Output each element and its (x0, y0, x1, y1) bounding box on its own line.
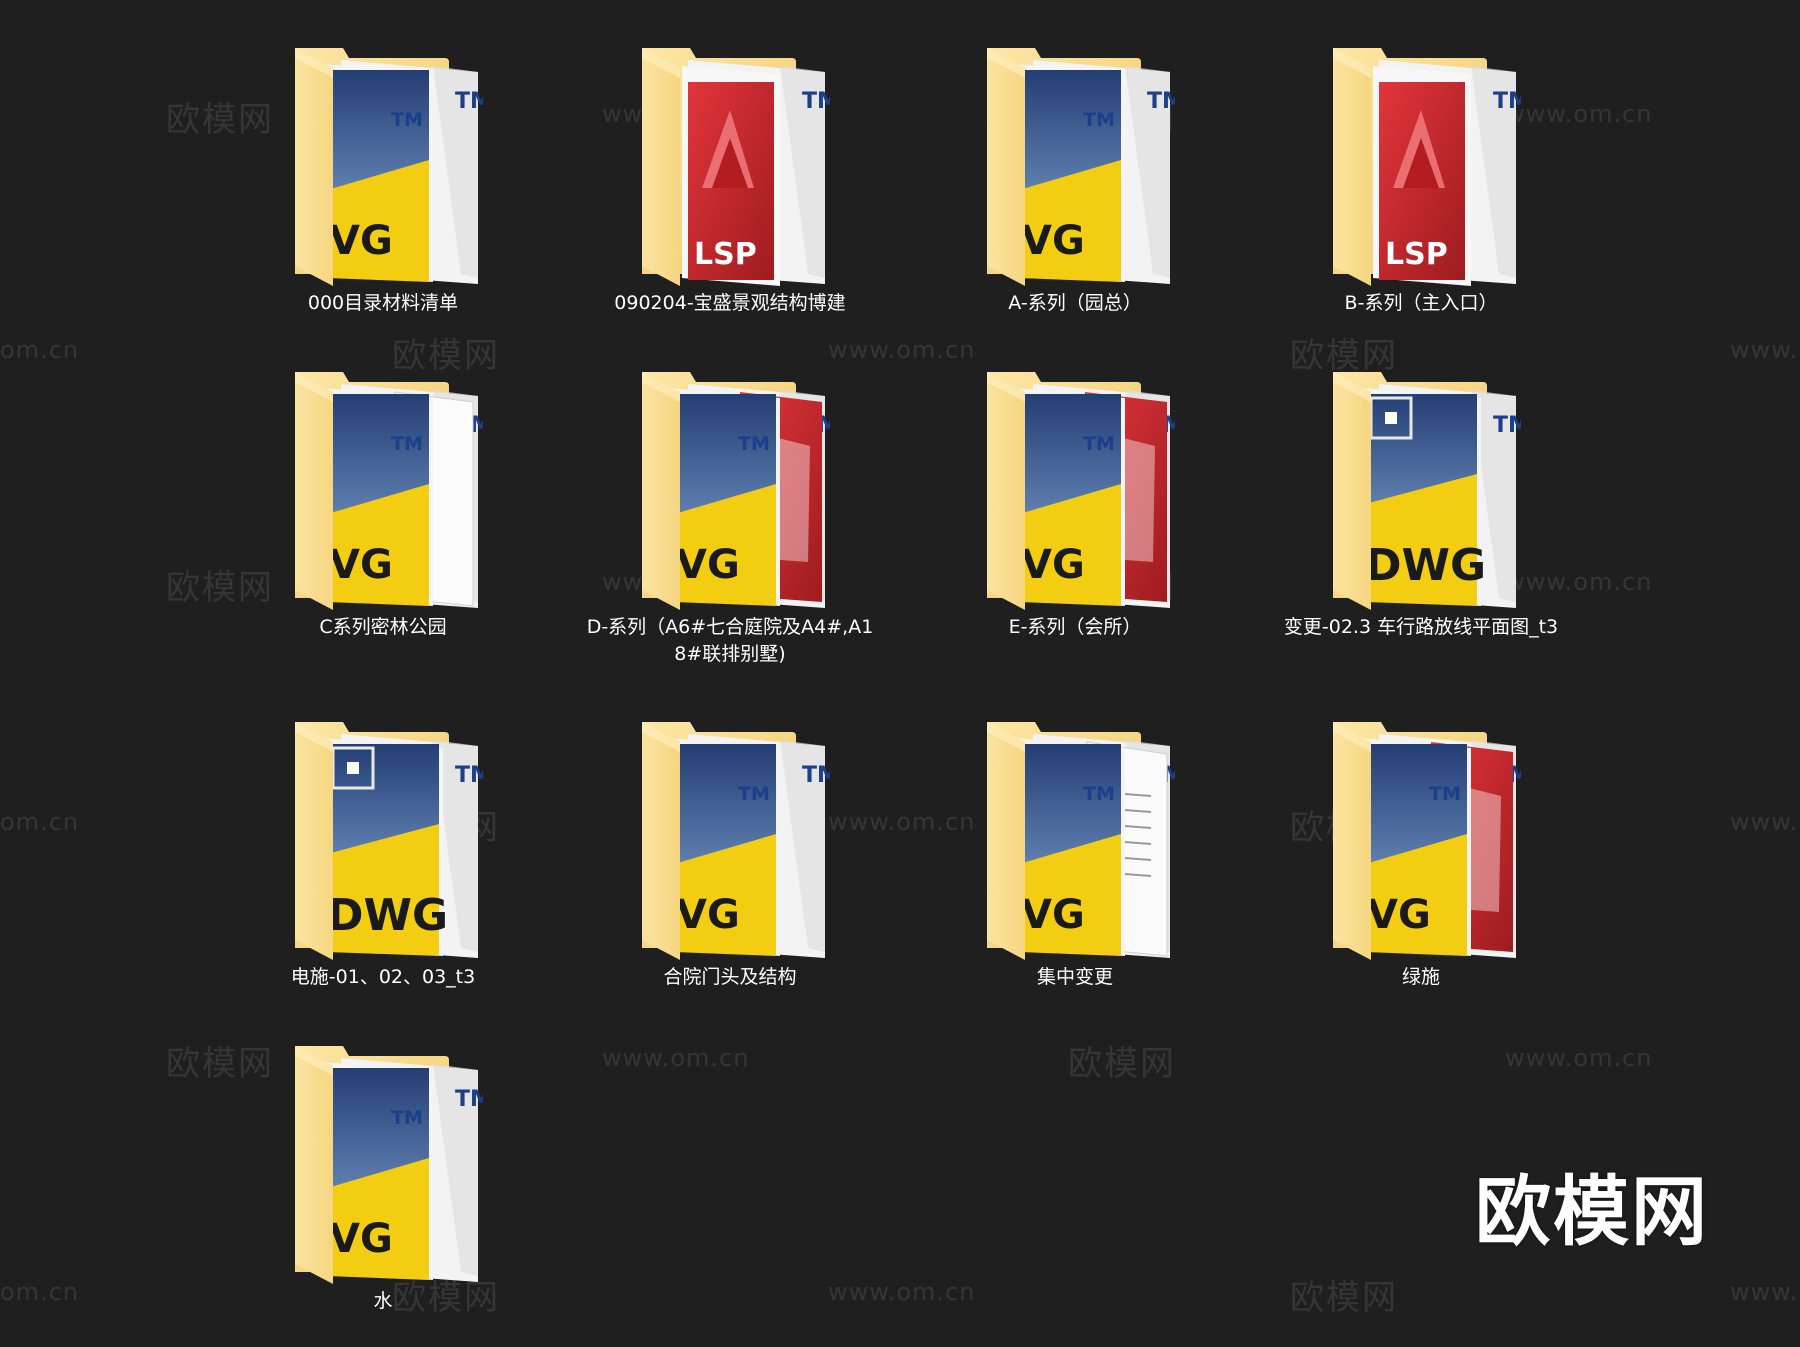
folder-item[interactable]: TM LSP 090204-宝盛景观结构博建 (570, 38, 890, 317)
folder-label: 绿施 (1401, 966, 1440, 988)
folder-icon: TM DWG (283, 712, 483, 962)
svg-text:TM: TM (738, 433, 770, 455)
svg-text:TM: TM (455, 1087, 483, 1112)
svg-text:TM: TM (1493, 413, 1521, 438)
folder-icon: TM TM VG (283, 1036, 483, 1286)
folder-item[interactable]: TM TM VG 集中变更 (915, 712, 1235, 991)
folder-item[interactable]: TM TM VG 合院门头及结构 (570, 712, 890, 991)
svg-text:TM: TM (1083, 433, 1115, 455)
file-grid: TM TM VG 000目录材料清单 TM LSP 090204-宝盛景观结构博… (0, 0, 1800, 1347)
folder-icon: TM TM VG (630, 362, 830, 612)
folder-icon: TM LSP (630, 38, 830, 288)
folder-label: 000目录材料清单 (307, 292, 459, 314)
svg-text:VG: VG (676, 892, 740, 938)
folder-icon: TM TM VG (975, 362, 1175, 612)
folder-item[interactable]: TM TM VG 绿施 (1261, 712, 1581, 991)
folder-label: C系列密林公园 (319, 616, 447, 638)
svg-text:TM: TM (1493, 89, 1521, 114)
folder-item[interactable]: TM TM VG E-系列（会所） (915, 362, 1235, 641)
folder-item[interactable]: TM TM VG D-系列（A6#七合庭院及A4#,A18#联排别墅) (570, 362, 890, 668)
svg-text:LSP: LSP (1385, 237, 1448, 272)
folder-item[interactable]: TM TM VG A-系列（园总） (915, 38, 1235, 317)
svg-text:DWG: DWG (1365, 540, 1486, 591)
svg-text:VG: VG (1021, 218, 1085, 264)
svg-text:TM: TM (455, 89, 483, 114)
folder-label: E-系列（会所） (1008, 616, 1142, 638)
folder-label: 变更-02.3 车行路放线平面图_t3 (1283, 616, 1559, 638)
svg-text:VG: VG (329, 1216, 393, 1262)
folder-icon: TM DWG (1321, 362, 1521, 612)
folder-label: D-系列（A6#七合庭院及A4#,A18#联排别墅) (586, 616, 874, 665)
folder-item[interactable]: TM DWG 电施-01、02、03_t3 (223, 712, 543, 991)
folder-item[interactable]: TM TM VG 水 (223, 1036, 543, 1315)
svg-text:LSP: LSP (694, 237, 757, 272)
folder-icon: TM TM VG (283, 38, 483, 288)
svg-text:DWG: DWG (327, 890, 448, 941)
folder-icon: TM TM VG (975, 38, 1175, 288)
folder-icon: TM TM VG (1321, 712, 1521, 962)
svg-text:VG: VG (1021, 892, 1085, 938)
svg-text:TM: TM (802, 89, 830, 114)
folder-icon: TM TM VG (975, 712, 1175, 962)
svg-text:TM: TM (391, 433, 423, 455)
svg-text:TM: TM (1083, 783, 1115, 805)
svg-text:VG: VG (329, 542, 393, 588)
folder-item[interactable]: TM TM VG C系列密林公园 (223, 362, 543, 641)
svg-text:TM: TM (1083, 109, 1115, 131)
folder-icon: TM LSP (1321, 38, 1521, 288)
brand-watermark: 欧模网 (1475, 1167, 1709, 1256)
svg-text:VG: VG (1021, 542, 1085, 588)
svg-text:TM: TM (455, 763, 483, 788)
folder-label: 090204-宝盛景观结构博建 (614, 292, 846, 314)
folder-label: 合院门头及结构 (663, 966, 797, 988)
folder-label: A-系列（园总） (1008, 292, 1142, 314)
svg-text:VG: VG (329, 218, 393, 264)
folder-label: 集中变更 (1036, 966, 1113, 988)
svg-text:VG: VG (1367, 892, 1431, 938)
folder-item[interactable]: TM TM VG 000目录材料清单 (223, 38, 543, 317)
svg-text:TM: TM (1147, 89, 1175, 114)
folder-item[interactable]: TM DWG 变更-02.3 车行路放线平面图_t3 (1261, 362, 1581, 641)
folder-item[interactable]: TM LSP B-系列（主入口） (1261, 38, 1581, 317)
svg-text:TM: TM (802, 763, 830, 788)
svg-text:VG: VG (676, 542, 740, 588)
folder-icon: TM TM VG (630, 712, 830, 962)
folder-label: B-系列（主入口） (1344, 292, 1498, 314)
folder-label: 电施-01、02、03_t3 (290, 966, 476, 988)
svg-text:TM: TM (391, 109, 423, 131)
svg-text:TM: TM (1429, 783, 1461, 805)
folder-label: 水 (373, 1290, 393, 1312)
folder-icon: TM TM VG (283, 362, 483, 612)
svg-text:TM: TM (391, 1107, 423, 1129)
svg-text:TM: TM (738, 783, 770, 805)
